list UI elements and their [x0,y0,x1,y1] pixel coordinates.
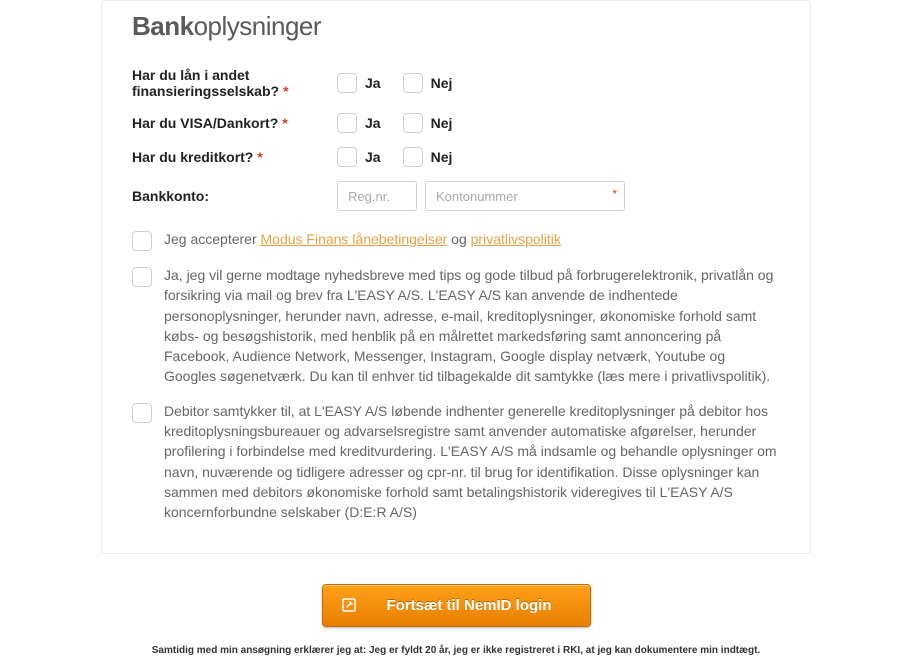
radio-no-option: Nej [403,73,453,93]
radio-no-option: Nej [403,147,453,167]
accept-terms-checkbox[interactable] [132,231,152,251]
question-visa-dankort: Har du VISA/Dankort?* Ja Nej [132,113,780,133]
question-label: Har du kreditkort?* [132,149,337,165]
radio-yes-label: Ja [365,115,381,131]
question-label: Har du lån i andet finansieringsselskab?… [132,67,337,99]
radio-yes-label: Ja [365,149,381,165]
radio-no-option: Nej [403,113,453,133]
label-text: Har du lån i andet finansieringsselskab? [132,67,279,99]
label-text: Har du kreditkort? [132,149,253,165]
radio-yes[interactable] [337,73,357,93]
radio-no-label: Nej [431,75,453,91]
radio-no[interactable] [403,73,423,93]
question-creditcard: Har du kreditkort?* Ja Nej [132,147,780,167]
regnr-input[interactable] [337,181,417,211]
accept-mid: og [447,231,470,247]
question-label: Har du VISA/Dankort?* [132,115,337,131]
continue-nemid-button[interactable]: Fortsæt til NemID login [322,584,591,627]
title-rest: oplysninger [194,11,321,41]
required-mark: * [283,83,288,99]
label-text: Har du VISA/Dankort? [132,115,278,131]
bank-account-row: Bankkonto: * [132,181,780,211]
privacy-link[interactable]: privatlivspolitik [471,231,561,247]
radio-yes-option: Ja [337,73,381,93]
section-title: Bankoplysninger [132,11,780,42]
required-mark: * [612,187,617,201]
newsletter-checkbox[interactable] [132,267,152,287]
radio-yes[interactable] [337,113,357,133]
radio-no-label: Nej [431,115,453,131]
radio-no[interactable] [403,113,423,133]
terms-link[interactable]: Modus Finans lånebetingelser [261,231,448,247]
kontonummer-input[interactable] [425,181,625,211]
radio-yes-option: Ja [337,113,381,133]
radio-yes-option: Ja [337,147,381,167]
radio-yes[interactable] [337,147,357,167]
radio-no-label: Nej [431,149,453,165]
required-mark: * [257,149,262,165]
radio-yes-label: Ja [365,75,381,91]
debtor-consent-block: Debitor samtykker til, at L'EASY A/S løb… [132,401,780,523]
accept-terms-block: Jeg accepterer Modus Finans lånebetingel… [132,229,780,251]
title-bold: Bank [132,11,194,41]
radio-group: Ja Nej [337,113,452,133]
kontonr-wrapper: * [425,181,625,211]
radio-no[interactable] [403,147,423,167]
disclaimer-text: Samtidig med min ansøgning erklærer jeg … [101,645,811,656]
question-other-loan: Har du lån i andet finansieringsselskab?… [132,67,780,99]
bank-account-label: Bankkonto: [132,188,337,204]
debtor-consent-text: Debitor samtykker til, at L'EASY A/S løb… [164,401,780,523]
accept-prefix: Jeg accepterer [164,231,261,247]
newsletter-block: Ja, jeg vil gerne modtage nyhedsbreve me… [132,265,780,387]
radio-group: Ja Nej [337,73,452,93]
debtor-consent-checkbox[interactable] [132,403,152,423]
newsletter-text: Ja, jeg vil gerne modtage nyhedsbreve me… [164,265,780,387]
edit-icon [341,597,357,613]
required-mark: * [282,115,287,131]
accept-terms-text: Jeg accepterer Modus Finans lånebetingel… [164,229,561,251]
submit-label: Fortsæt til NemID login [387,597,552,614]
bank-form-card: Bankoplysninger Har du lån i andet finan… [101,0,811,554]
radio-group: Ja Nej [337,147,452,167]
